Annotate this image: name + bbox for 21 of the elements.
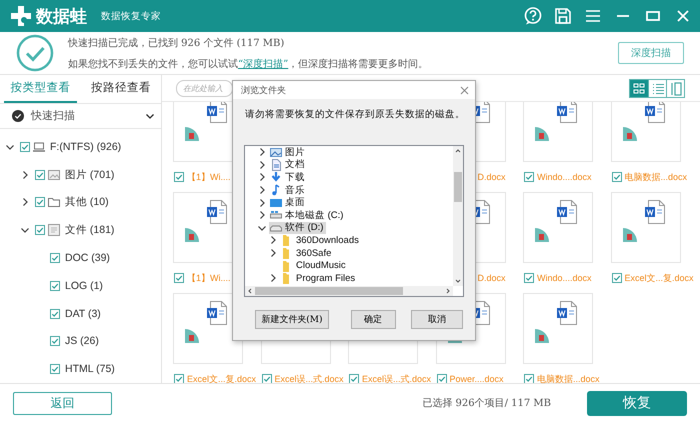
dialog-title: 浏览文件夹: [241, 84, 287, 96]
scan-result-message: 快速扫描已完成，已找到 926 个文件 (117 MB): [68, 36, 286, 50]
file-name: D.docx: [477, 273, 506, 283]
app-logo-text: 数据蛙: [36, 6, 87, 28]
file-name: Power....docx: [450, 374, 504, 383]
file-name: 电脑数据...docx: [624, 170, 688, 184]
file-name: 电脑数据...docx: [537, 372, 600, 383]
selection-summary: 已选择 926个项目/ 117 MB: [422, 396, 551, 410]
file-name: 【1】Wi....: [187, 170, 231, 184]
scan-mode-label: 快速扫描: [31, 109, 76, 124]
file-name: Excel误...式.docx: [362, 372, 432, 383]
dialog-instruction: 请勿将需要恢复的文件保存到原丢失数据的磁盘。: [245, 108, 466, 122]
scan-hint: 如果您找不到丢失的文件，您可以试试“深度扫描”，但深度扫描将需要更多时间。: [68, 58, 428, 70]
file-name: D.docx: [477, 172, 506, 182]
file-name: Excel误...式.docx: [274, 372, 344, 383]
app-subtitle: 数据恢复专家: [101, 10, 161, 22]
file-name: Excel文...复.docx: [187, 372, 256, 383]
file-name: Windo....docx: [537, 172, 592, 182]
file-name: Excel文...复.docx: [624, 272, 694, 284]
file-name: 【1】Wi....: [187, 272, 231, 284]
file-name: Windo....docx: [537, 273, 592, 283]
